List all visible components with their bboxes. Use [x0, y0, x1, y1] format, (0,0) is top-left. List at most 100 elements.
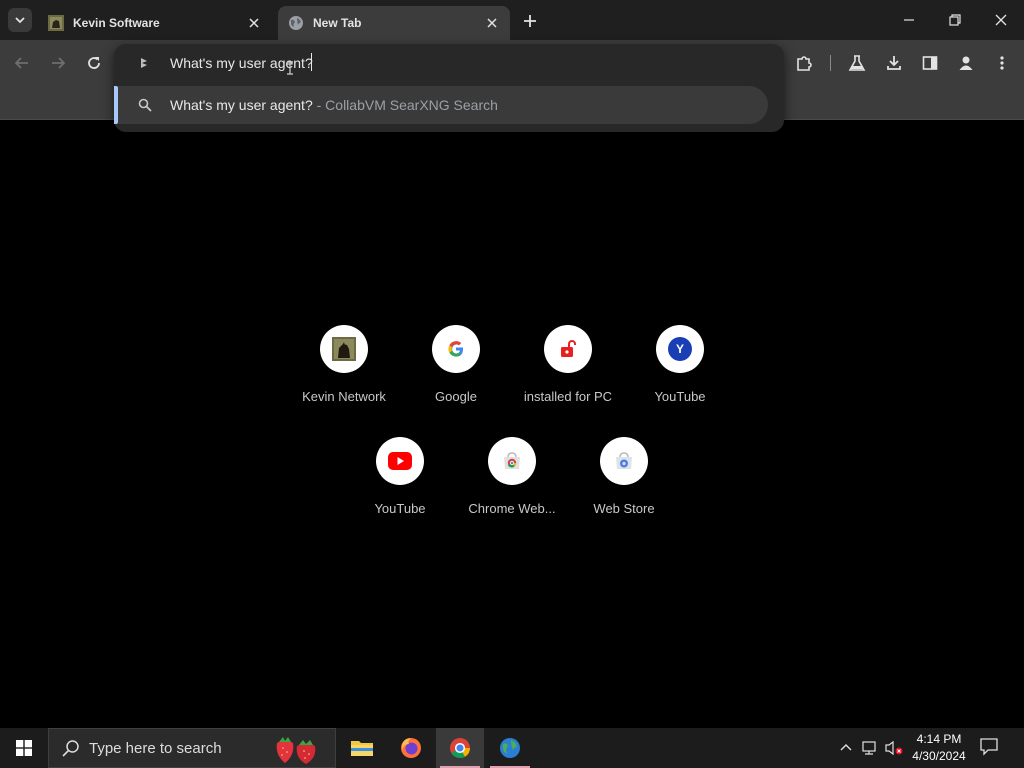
- minimize-button[interactable]: [886, 0, 932, 40]
- notification-icon: [980, 738, 998, 756]
- shortcut-chrome-web-store[interactable]: Chrome Web...: [456, 437, 568, 537]
- kevin-network-icon: [332, 337, 356, 361]
- toolbar-divider: [830, 55, 831, 71]
- strawberry-icon: [276, 737, 316, 764]
- shortcut-label: Chrome Web...: [468, 501, 556, 516]
- chevron-up-icon: [840, 744, 852, 751]
- shortcut-label: installed for PC: [523, 389, 613, 404]
- unlock-icon: [561, 340, 576, 357]
- close-icon: [995, 14, 1007, 26]
- omnibox-popup: What's my user agent? What's my user age…: [114, 44, 784, 132]
- close-window-button[interactable]: [978, 0, 1024, 40]
- ibeam-cursor-icon: [287, 61, 293, 75]
- profile-button[interactable]: [952, 49, 980, 77]
- close-tab-button[interactable]: [246, 15, 262, 31]
- close-icon: [249, 18, 259, 28]
- downloads-button[interactable]: [880, 49, 908, 77]
- tray-overflow-button[interactable]: [836, 738, 856, 758]
- taskbar-search-box[interactable]: Type here to search: [48, 728, 336, 768]
- tab-new-tab[interactable]: New Tab: [278, 6, 510, 40]
- globe-icon: [289, 16, 303, 30]
- forward-button[interactable]: [44, 49, 72, 77]
- clock-date: 4/30/2024: [912, 749, 966, 763]
- shortcut-web-store[interactable]: Web Store: [568, 437, 680, 537]
- shortcut-label: YouTube: [654, 389, 706, 404]
- tab-title: Kevin Software: [73, 16, 160, 30]
- taskbar-firefox[interactable]: [387, 728, 435, 768]
- restore-button[interactable]: [932, 0, 978, 40]
- notification-center-button[interactable]: [978, 736, 1004, 760]
- shortcut-kevin-network[interactable]: Kevin Network: [288, 325, 400, 425]
- suggestion-text: What's my user agent? - CollabVM SearXNG…: [170, 97, 498, 113]
- minimize-icon: [904, 19, 914, 21]
- tray-volume-button[interactable]: [884, 738, 904, 758]
- shortcut-youtube-letter[interactable]: Y YouTube: [624, 325, 736, 425]
- search-icon: [62, 740, 79, 757]
- network-icon: [862, 741, 876, 755]
- taskbar-globe-app[interactable]: [486, 728, 534, 768]
- menu-button[interactable]: [988, 49, 1016, 77]
- reload-button[interactable]: [80, 49, 108, 77]
- shortcut-label: YouTube: [374, 501, 426, 516]
- youtube-play-icon: [388, 452, 412, 470]
- suggestion-selection-bar: [114, 86, 118, 124]
- web-store-icon: [616, 452, 632, 469]
- suggestion-query: What's my user agent?: [170, 97, 313, 113]
- start-button[interactable]: [0, 728, 48, 768]
- side-panel-button[interactable]: [916, 49, 944, 77]
- shortcut-youtube[interactable]: YouTube: [344, 437, 456, 537]
- text-caret: [311, 53, 312, 71]
- side-panel-icon: [922, 56, 938, 70]
- y-letter: Y: [675, 342, 684, 356]
- shortcut-icon-circle: Y: [656, 325, 704, 373]
- shortcut-icon-circle: [432, 325, 480, 373]
- tab-strip: Kevin Software New Tab: [0, 0, 1024, 40]
- chrome-web-store-icon: [504, 452, 520, 469]
- profile-icon: [959, 56, 973, 70]
- flask-icon: [848, 55, 866, 71]
- google-g-icon: [448, 341, 464, 357]
- restore-icon: [949, 14, 961, 26]
- windows-logo-icon: [16, 740, 32, 756]
- taskbar-clock[interactable]: 4:14 PM 4/30/2024: [906, 731, 972, 765]
- search-icon: [138, 98, 152, 112]
- tab-search-button[interactable]: [8, 8, 32, 32]
- close-icon: [487, 18, 497, 28]
- arrow-right-icon: [52, 57, 66, 69]
- taskbar: Type here to search 4:14 PM 4/30/2024: [0, 728, 1024, 768]
- clock-time: 4:14 PM: [916, 732, 962, 746]
- tray-network-button[interactable]: [860, 738, 880, 758]
- shortcut-icon-circle: [488, 437, 536, 485]
- plus-icon: [524, 15, 536, 27]
- globe-app-icon: [500, 738, 520, 758]
- suggestion-engine: - CollabVM SearXNG Search: [312, 97, 498, 113]
- labs-button[interactable]: [843, 49, 871, 77]
- chevron-down-icon: [15, 17, 25, 24]
- taskbar-file-explorer[interactable]: [338, 728, 386, 768]
- taskbar-search-placeholder: Type here to search: [89, 739, 222, 757]
- chrome-icon: [450, 738, 471, 759]
- y-letter-icon: Y: [668, 337, 692, 361]
- shortcut-icon-circle: [544, 325, 592, 373]
- shortcut-icon-circle: [376, 437, 424, 485]
- download-icon: [887, 56, 901, 70]
- arrow-left-icon: [14, 57, 28, 69]
- taskbar-chrome[interactable]: [436, 728, 484, 768]
- close-tab-button[interactable]: [484, 15, 500, 31]
- back-button[interactable]: [8, 49, 36, 77]
- shortcut-google[interactable]: Google: [400, 325, 512, 425]
- tab-title: New Tab: [313, 16, 362, 30]
- omnibox-suggestion[interactable]: What's my user agent? - CollabVM SearXNG…: [114, 86, 768, 124]
- search-engine-icon: [141, 58, 147, 68]
- extensions-button[interactable]: [790, 49, 818, 77]
- shortcut-icon-circle: [600, 437, 648, 485]
- shortcut-icon-circle: [320, 325, 368, 373]
- shortcut-installed-for-pc[interactable]: installed for PC: [512, 325, 624, 425]
- omnibox-input-row[interactable]: What's my user agent?: [114, 44, 784, 82]
- shortcut-label: Web Store: [593, 501, 655, 516]
- new-tab-button[interactable]: [518, 9, 542, 33]
- firefox-icon: [401, 738, 421, 758]
- volume-muted-icon: [885, 740, 903, 756]
- reload-icon: [88, 57, 100, 69]
- tab-kevin-software[interactable]: Kevin Software: [38, 6, 272, 40]
